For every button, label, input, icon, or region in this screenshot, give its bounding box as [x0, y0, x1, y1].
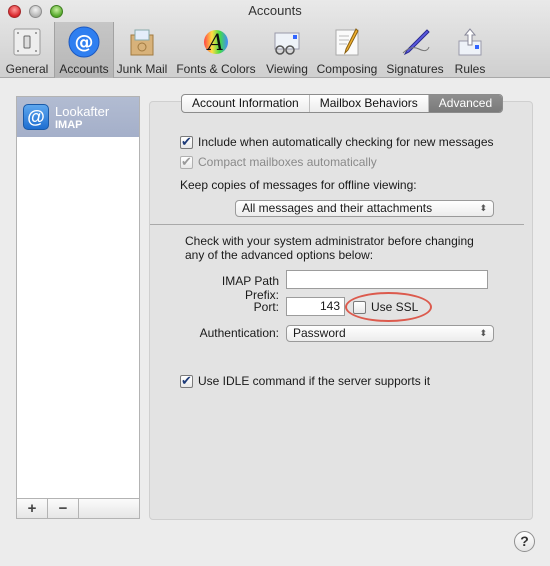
tab-advanced[interactable]: Advanced [428, 95, 503, 112]
admin-note-line2: any of the advanced options below: [185, 248, 374, 262]
account-row[interactable]: @ Lookafter IMAP [17, 97, 139, 137]
account-name: Lookafter [55, 103, 110, 119]
tab-account-information[interactable]: Account Information [182, 95, 310, 112]
admin-note-line1: Check with your system administrator bef… [185, 234, 474, 248]
title-bar: Accounts General @ Accounts Junk Mail A … [0, 0, 550, 78]
checkbox-checked-icon [180, 373, 193, 389]
keep-copies-select[interactable]: All messages and their attachments ⬍ [235, 200, 494, 217]
toolbar-signatures[interactable]: Signatures [382, 22, 448, 78]
window-title: Accounts [248, 3, 302, 18]
help-button[interactable]: ? [514, 531, 535, 552]
checkbox-checked-icon [180, 154, 193, 170]
remove-account-button[interactable]: − [48, 499, 79, 518]
svg-text:A: A [206, 31, 224, 56]
add-account-button[interactable]: + [17, 499, 48, 518]
list-buttons-bar: + − [16, 499, 140, 519]
at-icon: @ [67, 26, 101, 58]
keep-copies-label: Keep copies of messages for offline view… [180, 178, 417, 192]
fonts-colors-icon: A [199, 26, 233, 58]
tab-mailbox-behaviors[interactable]: Mailbox Behaviors [310, 95, 429, 112]
updown-arrows-icon: ⬍ [479, 328, 487, 338]
port-label: Port: [253, 300, 279, 314]
checkbox-checked-icon [180, 134, 193, 150]
port-input[interactable]: 143 [286, 297, 345, 316]
toolbar-general[interactable]: General [0, 22, 54, 78]
rules-icon [453, 26, 487, 58]
divider [150, 224, 524, 225]
compact-mailboxes-checkbox[interactable]: Compact mailboxes automatically [180, 154, 377, 170]
imap-prefix-label: IMAP Path Prefix: [221, 274, 279, 302]
toolbar-viewing[interactable]: Viewing [262, 22, 312, 78]
updown-arrows-icon: ⬍ [479, 203, 487, 213]
junk-mail-icon [125, 26, 159, 58]
use-idle-checkbox[interactable]: Use IDLE command if the server supports … [180, 373, 430, 389]
annotation-highlight-ring [345, 292, 432, 322]
signatures-icon [398, 26, 432, 58]
toolbar-composing[interactable]: Composing [312, 22, 382, 78]
authentication-label: Authentication: [199, 326, 279, 340]
authentication-select[interactable]: Password ⬍ [286, 325, 494, 342]
switch-icon [10, 26, 44, 58]
svg-text:@: @ [75, 31, 94, 53]
viewing-icon [270, 26, 304, 58]
preferences-toolbar: General @ Accounts Junk Mail A Fonts & C… [0, 22, 550, 78]
tab-bar: Account Information Mailbox Behaviors Ad… [181, 94, 504, 113]
toolbar-fonts-colors[interactable]: A Fonts & Colors [170, 22, 262, 78]
toolbar-accounts[interactable]: @ Accounts [54, 22, 114, 78]
at-icon: @ [23, 104, 49, 130]
toolbar-junk-mail[interactable]: Junk Mail [114, 22, 170, 78]
accounts-list: @ Lookafter IMAP [16, 96, 140, 499]
imap-prefix-input[interactable] [286, 270, 488, 289]
account-type: IMAP [55, 118, 83, 131]
include-auto-check-checkbox[interactable]: Include when automatically checking for … [180, 134, 494, 150]
toolbar-rules[interactable]: Rules [448, 22, 492, 78]
composing-icon [330, 26, 364, 58]
